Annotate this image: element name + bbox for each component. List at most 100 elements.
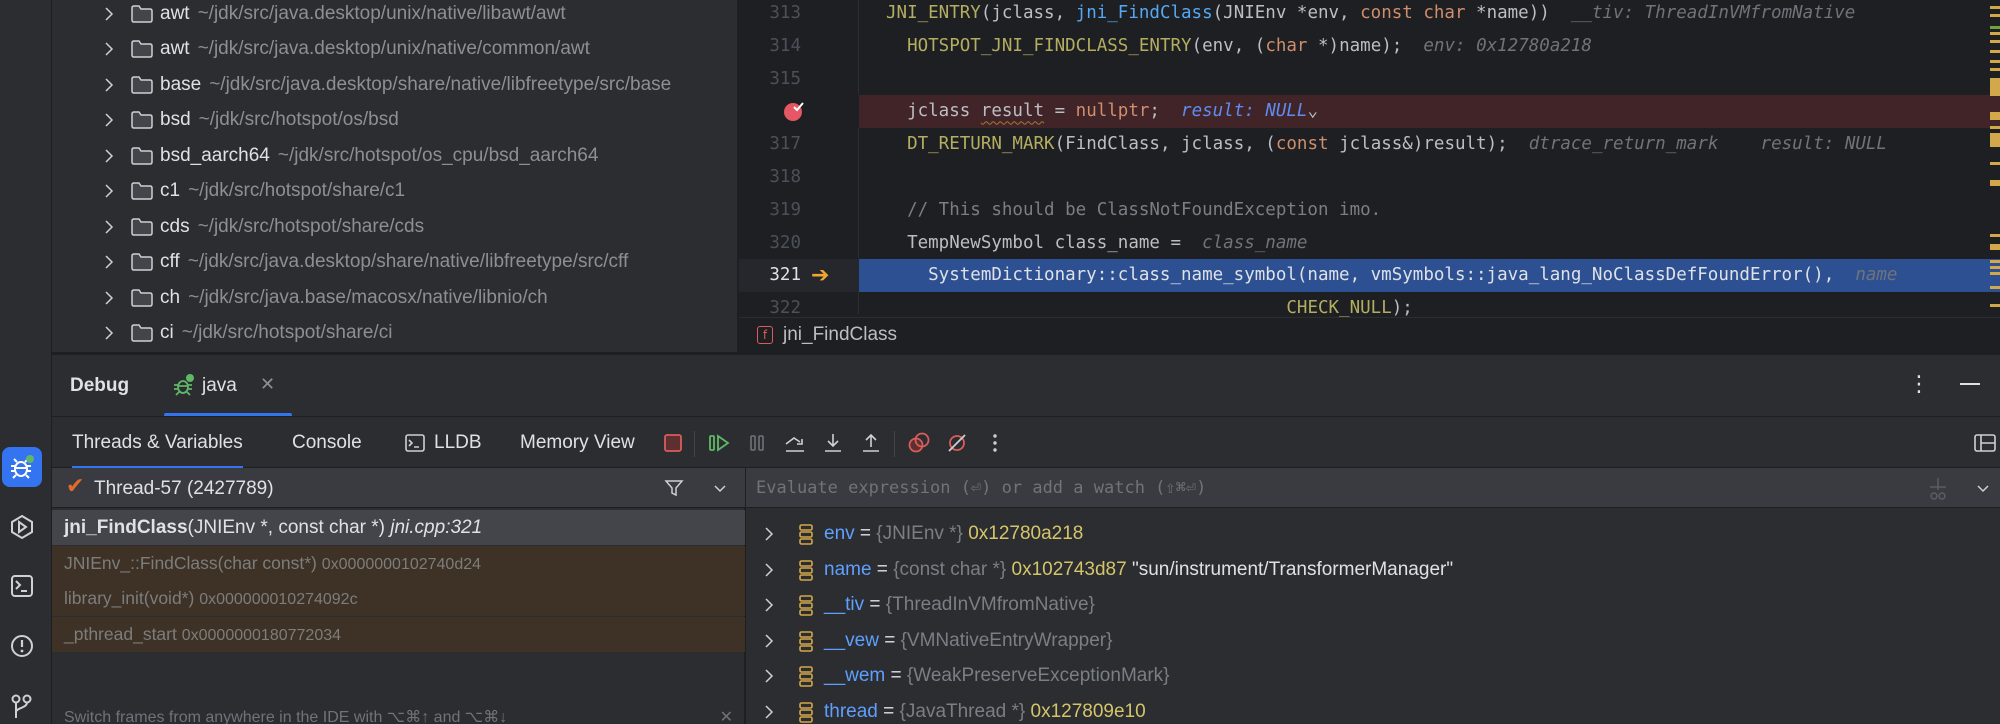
terminal-tool-button[interactable]	[2, 566, 42, 606]
git-tool-button[interactable]	[2, 686, 42, 724]
step-out-icon[interactable]	[858, 430, 884, 456]
tree-item[interactable]: base ~/jdk/src/java.desktop/share/native/…	[52, 67, 737, 102]
tree-item[interactable]: awt ~/jdk/src/java.desktop/unix/native/co…	[52, 32, 737, 67]
line-number[interactable]: 318	[739, 161, 801, 194]
close-session-icon[interactable]: ✕	[260, 374, 275, 395]
code-line[interactable]: 314 HOTSPOT_JNI_FINDCLASS_ENTRY(env, (ch…	[739, 30, 2000, 63]
tree-item[interactable]: awt ~/jdk/src/java.desktop/unix/native/li…	[52, 0, 737, 31]
line-number[interactable]: 319	[739, 194, 801, 227]
execution-point-icon: ➔	[811, 263, 830, 289]
session-tab-java[interactable]: java ✕	[160, 355, 292, 417]
tree-item[interactable]: ci ~/jdk/src/hotspot/share/ci	[52, 316, 737, 351]
code-line[interactable]: 318	[739, 161, 2000, 194]
editor-breadcrumb[interactable]: f jni_FindClass	[739, 317, 2000, 352]
chevron-right-icon[interactable]	[102, 288, 116, 308]
variable-icon	[799, 559, 813, 581]
variable-type: {ThreadInVMfromNative}	[885, 594, 1095, 615]
resume-icon[interactable]	[706, 430, 732, 456]
execution-line[interactable]: 321 ➔ SystemDictionary::class_name_symbol…	[739, 259, 2000, 293]
step-into-icon[interactable]	[820, 430, 846, 456]
tab-lldb[interactable]: LLDB	[404, 417, 482, 469]
chevron-right-icon[interactable]	[102, 110, 116, 130]
problems-tool-button[interactable]	[2, 626, 42, 666]
variable-icon	[799, 666, 813, 687]
filter-icon[interactable]	[664, 478, 684, 498]
code-line[interactable]: 317 DT_RETURN_MARK(FindClass, jclass, (c…	[739, 128, 2000, 161]
minimize-icon[interactable]	[1960, 383, 1980, 385]
code-token: DT_RETURN_MARK	[907, 134, 1055, 155]
line-number[interactable]: 317	[739, 128, 801, 161]
chevron-right-icon[interactable]	[102, 217, 116, 237]
pause-icon[interactable]	[744, 430, 770, 456]
tab-console[interactable]: Console	[292, 417, 362, 469]
breakpoint-line[interactable]: jclass result = nullptr; result: NULL⌄	[739, 95, 2000, 129]
variable-row[interactable]: __vew = {VMNativeEntryWrapper}	[746, 623, 2000, 658]
tree-item[interactable]: bsd_aarch64 ~/jdk/src/hotspot/os_cpu/bsd_…	[52, 138, 737, 173]
chevron-right-icon[interactable]	[102, 146, 116, 166]
stack-frame[interactable]: _pthread_start 0x0000000180772034	[52, 616, 745, 652]
close-hint-icon[interactable]: ✕	[720, 707, 733, 724]
tree-item[interactable]: c1 ~/jdk/src/hotspot/share/c1	[52, 174, 737, 209]
code-line[interactable]: 320 TempNewSymbol class_name = class_nam…	[739, 227, 2000, 260]
folder-icon	[131, 111, 153, 129]
code-line[interactable]: 319 // This should be ClassNotFoundExcep…	[739, 194, 2000, 227]
expand-chevron-icon[interactable]	[764, 704, 774, 720]
variable-row[interactable]: name = {const char *} 0x102743d87 "sun/i…	[746, 552, 2000, 587]
editor-scroll-markers[interactable]	[1990, 0, 2000, 314]
code-token: *)name);	[1307, 35, 1403, 56]
step-over-icon[interactable]	[782, 430, 808, 456]
add-watch-icon[interactable]	[1926, 476, 1950, 502]
stack-frame[interactable]: jni_FindClass(JNIEnv *, const char *) jn…	[52, 510, 745, 545]
expand-chevron-icon[interactable]	[764, 668, 774, 684]
variable-row[interactable]: __wem = {WeakPreserveExceptionMark}	[746, 658, 2000, 693]
line-number[interactable]: 314	[739, 30, 801, 63]
expand-chevron-icon[interactable]	[764, 597, 774, 613]
project-tree: awt ~/jdk/src/java.desktop/unix/native/li…	[52, 0, 737, 352]
variable-row[interactable]: thread = {JavaThread *} 0x127809e10	[746, 694, 2000, 724]
line-number[interactable]: 313	[739, 0, 801, 30]
code-editor[interactable]: 313 JNI_ENTRY(jclass, jni_FindClass(JNIEn…	[738, 0, 2000, 352]
stack-frame[interactable]: JNIEnv_::FindClass(char const*) 0x000000…	[52, 545, 745, 581]
chevron-right-icon[interactable]	[102, 75, 116, 95]
variable-row[interactable]: __tiv = {ThreadInVMfromNative}	[746, 587, 2000, 622]
chevron-right-icon[interactable]	[102, 252, 116, 272]
code-line[interactable]: 313 JNI_ENTRY(jclass, jni_FindClass(JNIEn…	[739, 0, 2000, 30]
code-token: JNI_ENTRY	[886, 3, 981, 23]
stop-icon[interactable]	[660, 430, 686, 456]
thread-selector[interactable]: ✔ Thread-57 (2427789)	[52, 468, 745, 508]
expand-chevron-icon[interactable]	[764, 526, 774, 542]
tree-item[interactable]: bsd ~/jdk/src/hotspot/os/bsd	[52, 103, 737, 138]
chevron-down-icon[interactable]	[1976, 480, 1990, 498]
line-number[interactable]: 321	[739, 259, 801, 292]
chevron-down-icon[interactable]	[713, 478, 727, 498]
tree-item[interactable]: cff ~/jdk/src/java.desktop/share/native/l…	[52, 245, 737, 280]
chevron-right-icon[interactable]	[102, 4, 116, 24]
breadcrumb-function[interactable]: jni_FindClass	[783, 324, 897, 346]
expand-chevron-icon[interactable]	[764, 633, 774, 649]
tab-threads-variables[interactable]: Threads & Variables	[72, 417, 243, 470]
expand-chevron-icon[interactable]	[764, 562, 774, 578]
frames-pane: ✔ Thread-57 (2427789) jni_FindClass(JNIE…	[52, 468, 745, 724]
chevron-right-icon[interactable]	[102, 323, 116, 343]
variables-pane: env = {JNIEnv *} 0x12780a218 name = {con…	[746, 468, 2000, 724]
run-tool-button[interactable]	[2, 507, 42, 547]
stack-frame[interactable]: library_init(void*) 0x000000010274092c	[52, 581, 745, 616]
code-token: result: NULL	[1159, 101, 1308, 122]
chevron-right-icon[interactable]	[102, 39, 116, 59]
tree-item[interactable]: ch ~/jdk/src/java.base/macosx/native/libn…	[52, 280, 737, 315]
debug-tool-button[interactable]	[2, 447, 42, 487]
tree-item[interactable]: cds ~/jdk/src/hotspot/share/cds	[52, 209, 737, 244]
line-number[interactable]: 315	[739, 63, 801, 96]
chevron-right-icon[interactable]	[102, 181, 116, 201]
layout-icon[interactable]	[1972, 430, 1998, 456]
more-options-icon[interactable]: ⋮	[1908, 371, 1930, 397]
view-breakpoints-icon[interactable]	[906, 430, 932, 456]
evaluate-expression-input[interactable]	[746, 468, 1896, 508]
line-number[interactable]: 320	[739, 227, 801, 260]
mute-breakpoints-icon[interactable]	[944, 430, 970, 456]
code-line[interactable]: 315	[739, 63, 2000, 96]
tab-memory-view[interactable]: Memory View	[520, 417, 635, 469]
variable-row[interactable]: env = {JNIEnv *} 0x12780a218	[746, 516, 2000, 551]
breakpoint-icon[interactable]	[783, 100, 805, 122]
more-actions-icon[interactable]	[982, 430, 1008, 456]
